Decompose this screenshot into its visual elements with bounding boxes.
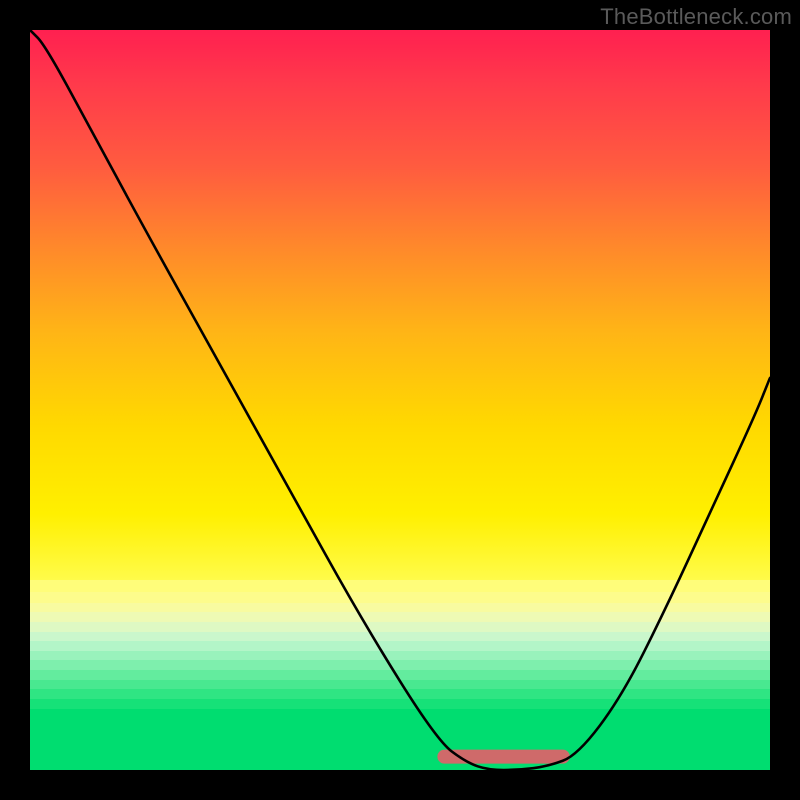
chart-frame: TheBottleneck.com: [0, 0, 800, 800]
plot-area: [30, 30, 770, 770]
watermark-text: TheBottleneck.com: [600, 4, 792, 30]
curve-layer: [30, 30, 770, 770]
bottleneck-curve: [30, 30, 770, 770]
